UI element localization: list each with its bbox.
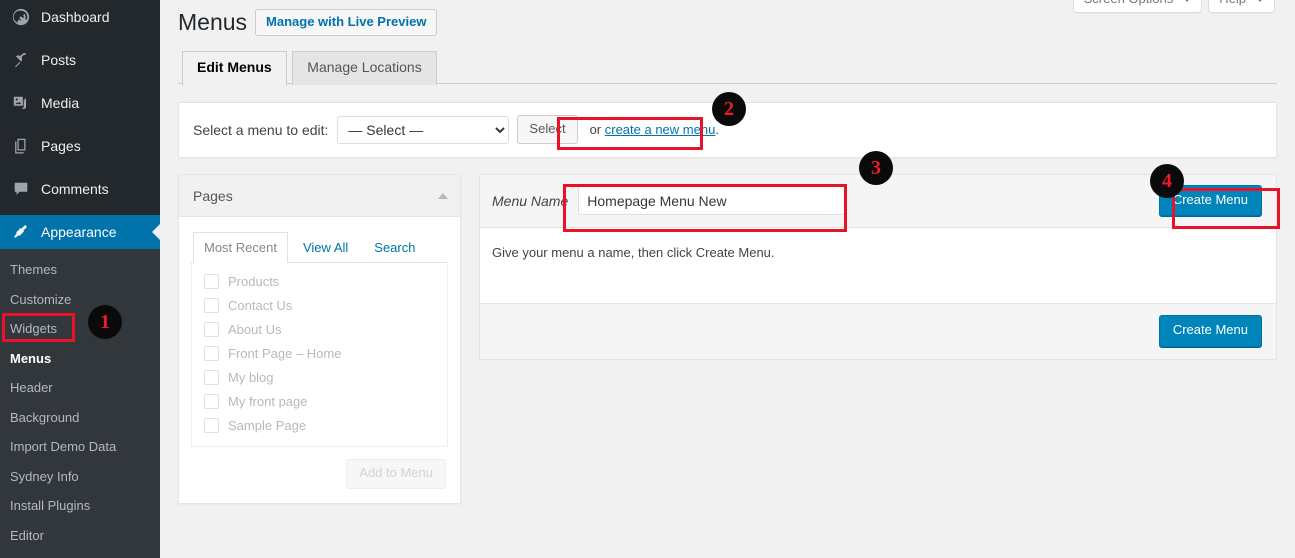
menu-footer: Create Menu [479,304,1277,360]
sidebar-item-dashboard[interactable]: Dashboard [0,0,160,34]
page-checkbox[interactable] [204,298,219,314]
sidebar-item-pages[interactable]: Pages [0,129,160,163]
list-item[interactable]: Contact Us [202,294,437,318]
page-checkbox[interactable] [204,394,219,410]
pages-panel-actions: Add to Menu [191,447,448,492]
main-content: Screen Options Help Menus Manage with Li… [160,0,1295,514]
page-checkbox[interactable] [204,370,219,386]
select-button[interactable]: Select [517,115,578,145]
help-button[interactable]: Help [1208,0,1275,13]
comments-icon [10,179,32,199]
sidebar-item-themes[interactable]: Themes [0,255,160,285]
sidebar-item-comments[interactable]: Comments [0,172,160,206]
sidebar-item-label: Media [41,94,80,111]
tab-manage-locations[interactable]: Manage Locations [292,51,437,85]
sidebar-item-media[interactable]: Media [0,86,160,120]
admin-sidebar: Dashboard Posts Media Pages Comments App… [0,0,160,558]
pages-checkbox-list: Products Contact Us About Us Front Page … [191,263,448,448]
sidebar-item-background[interactable]: Background [0,403,160,433]
list-item[interactable]: My blog [202,366,437,390]
media-icon [10,93,32,113]
list-item-label: Products [228,274,280,290]
page-checkbox[interactable] [204,418,219,434]
create-a-new-menu-link[interactable]: create a new menu [605,122,716,137]
menu-name-label: Menu Name [492,192,569,209]
sidebar-item-label: Posts [41,51,77,68]
period-text: . [715,122,719,138]
create-new-menu-wrap: or create a new menu. [590,122,719,137]
sidebar-item-editor[interactable]: Editor [0,521,160,551]
list-item-label: About Us [228,322,282,338]
sidebar-item-menus[interactable]: Menus [0,344,160,374]
create-menu-top-area: Create Menu [1158,185,1262,217]
tab-edit-menus[interactable]: Edit Menus [182,51,287,86]
page-title: Menus [178,9,248,35]
dashboard-icon [10,7,32,27]
list-item[interactable]: Products [202,270,437,294]
screen-options-button[interactable]: Screen Options [1072,0,1203,13]
screen-meta-links: Screen Options Help [1072,0,1275,13]
sidebar-item-label: Dashboard [41,8,110,25]
help-label: Help [1219,0,1246,6]
menu-select-dropdown[interactable]: — Select — [337,115,510,144]
sidebar-item-import-demo-data[interactable]: Import Demo Data [0,432,160,462]
brush-icon [10,222,32,242]
sidebar-item-label: Pages [41,137,81,154]
menu-select-row: Select a menu to edit: — Select — Select… [178,102,1277,159]
list-item-label: My front page [228,394,308,410]
tab-view-all[interactable]: View All [292,232,359,263]
accordion-column: Pages Most Recent View All Search Produc… [178,174,461,504]
menu-instructions-body: Give your menu a name, then click Create… [479,227,1277,305]
appearance-submenu: Themes Customize Widgets Menus Header Ba… [0,249,160,558]
chevron-down-icon [1183,0,1192,2]
pages-tabs: Most Recent View All Search [191,231,448,264]
pin-icon [10,50,32,70]
pages-postbox-header[interactable]: Pages [179,175,460,218]
sidebar-item-widgets[interactable]: Widgets [0,314,160,344]
list-item-label: My blog [228,370,274,386]
select-menu-label: Select a menu to edit: [193,121,329,138]
page-checkbox[interactable] [204,322,219,338]
pages-postbox-title: Pages [193,187,233,204]
menu-instructions-text: Give your menu a name, then click Create… [492,245,775,261]
pages-postbox-inner: Most Recent View All Search Products Con… [179,217,460,502]
sidebar-item-customize[interactable]: Customize [0,285,160,315]
list-item[interactable]: Front Page – Home [202,342,437,366]
sidebar-item-header[interactable]: Header [0,373,160,403]
nav-tabs: Edit Menus Manage Locations [178,51,1277,86]
create-menu-button-top[interactable]: Create Menu [1158,185,1262,217]
page-checkbox[interactable] [204,346,219,362]
menu-settings-column: Menu Name Create Menu Give your menu a n… [479,174,1277,360]
tab-search[interactable]: Search [363,232,426,263]
sidebar-item-label: Comments [41,180,109,197]
manage-with-live-preview-button[interactable]: Manage with Live Preview [255,8,438,37]
sidebar-item-posts[interactable]: Posts [0,43,160,77]
or-text: or [589,122,605,138]
chevron-up-icon[interactable] [438,192,448,199]
pages-postbox: Pages Most Recent View All Search Produc… [178,174,461,504]
add-to-menu-button[interactable]: Add to Menu [346,459,446,489]
create-menu-button-bottom[interactable]: Create Menu [1158,315,1262,347]
menu-name-field[interactable] [578,186,847,216]
menu-name-row: Menu Name Create Menu [479,174,1277,228]
sidebar-item-appearance[interactable]: Appearance [0,215,160,249]
sidebar-item-label: Appearance [41,223,117,240]
sidebar-item-install-plugins[interactable]: Install Plugins [0,491,160,521]
screen-options-label: Screen Options [1084,0,1174,6]
chevron-down-icon [1256,0,1264,2]
sidebar-item-sydney-info[interactable]: Sydney Info [0,462,160,492]
pages-icon [10,136,32,156]
page-checkbox[interactable] [204,274,219,290]
menu-editor-columns: Pages Most Recent View All Search Produc… [178,174,1277,504]
list-item[interactable]: About Us [202,318,437,342]
list-item-label: Front Page – Home [228,346,342,362]
list-item-label: Sample Page [228,418,307,434]
list-item[interactable]: My front page [202,390,437,414]
list-item[interactable]: Sample Page [202,414,437,438]
list-item-label: Contact Us [228,298,293,314]
tab-most-recent[interactable]: Most Recent [193,232,288,264]
